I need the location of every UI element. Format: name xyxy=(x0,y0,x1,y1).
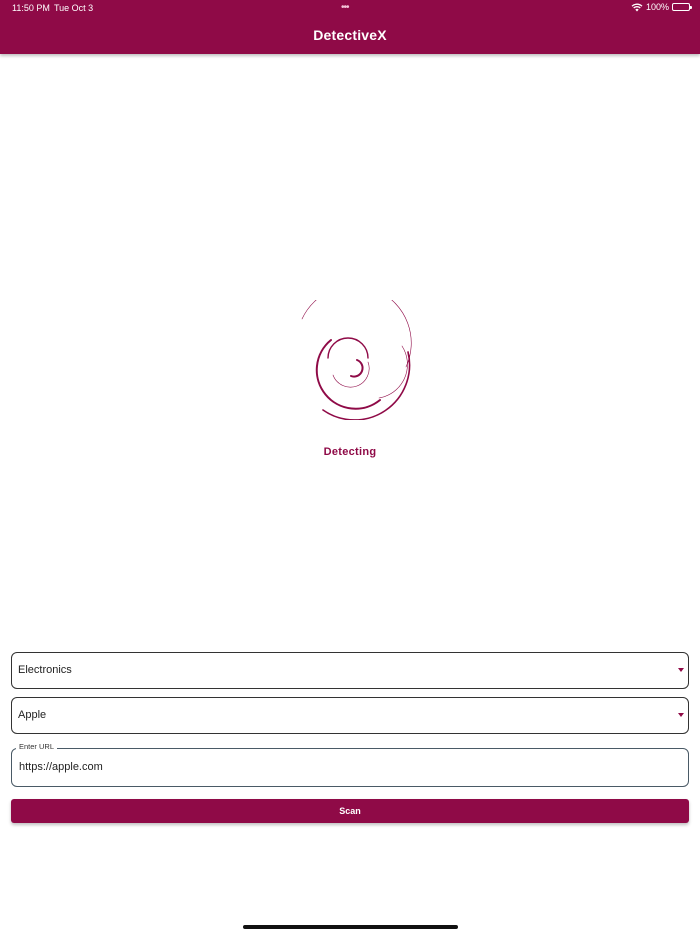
spinner-icon xyxy=(301,300,412,420)
app-bar: 11:50 PM Tue Oct 3 ••• 100% DetectiveX xyxy=(0,0,700,54)
url-value[interactable]: https://apple.com xyxy=(19,761,103,773)
dropdown-arrow-icon[interactable] xyxy=(678,713,684,717)
category-dropdown[interactable]: Electronics xyxy=(11,652,689,689)
status-time: 11:50 PM xyxy=(12,3,50,13)
scan-button[interactable]: Scan xyxy=(11,799,689,823)
battery-percentage: 100% xyxy=(645,2,669,12)
home-indicator[interactable] xyxy=(243,925,458,929)
category-value: Electronics xyxy=(18,664,72,676)
url-input[interactable]: https://apple.com xyxy=(11,748,689,787)
dropdown-arrow-icon[interactable] xyxy=(678,668,684,672)
brand-value: Apple xyxy=(18,709,47,721)
brand-dropdown[interactable]: Apple xyxy=(11,697,689,734)
status-bar: 11:50 PM Tue Oct 3 ••• 100% xyxy=(0,0,700,18)
url-field-label: Enter URL xyxy=(16,742,58,751)
multitasking-dots-icon[interactable]: ••• xyxy=(341,3,349,13)
wifi-icon xyxy=(631,3,643,11)
status-date: Tue Oct 3 xyxy=(54,3,94,13)
status-indicators: 100% xyxy=(631,2,692,12)
app-title: DetectiveX xyxy=(313,27,387,43)
battery-icon xyxy=(672,3,692,11)
scan-button-label: Scan xyxy=(339,806,361,816)
detecting-status: Detecting xyxy=(323,446,377,458)
